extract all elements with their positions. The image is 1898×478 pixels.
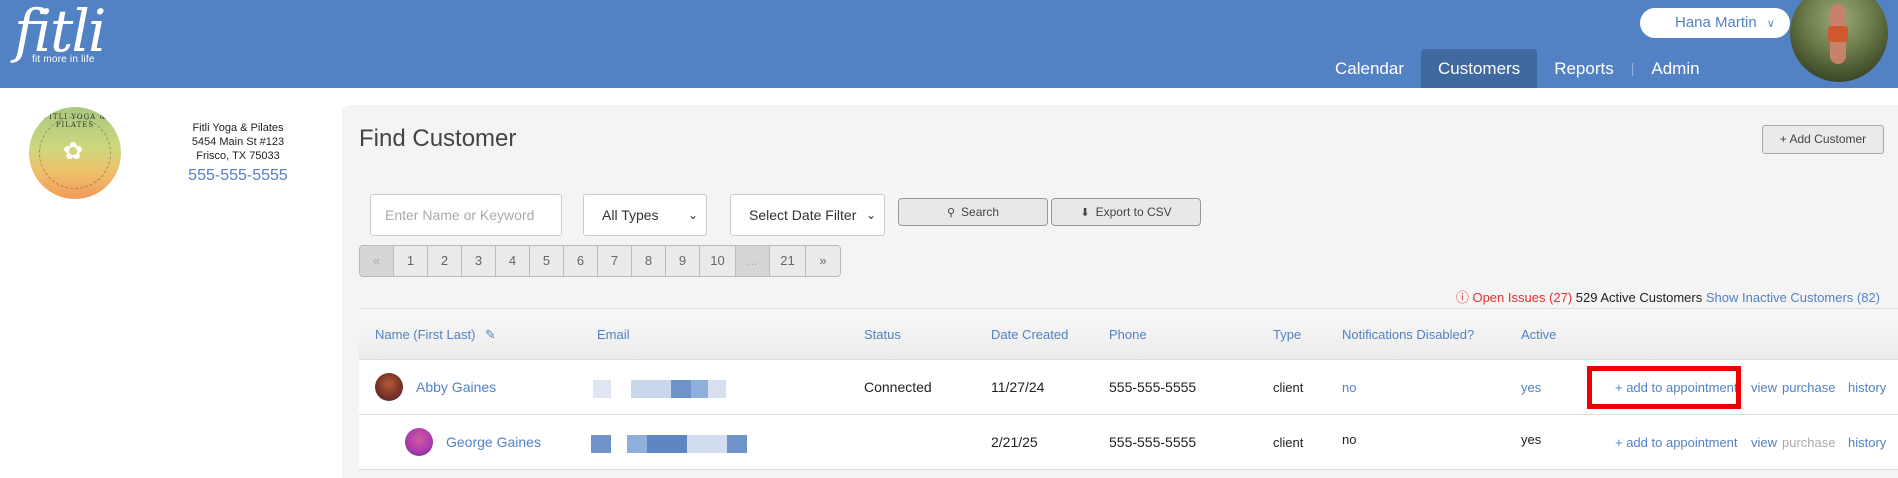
page-4[interactable]: 4 bbox=[496, 246, 530, 276]
search-button[interactable]: ⚲ Search bbox=[898, 198, 1048, 226]
phone: 555-555-5555 bbox=[1109, 379, 1197, 395]
page-8[interactable]: 8 bbox=[632, 246, 666, 276]
customer-summary: ⓘ Open Issues (27) 529 Active Customers … bbox=[1456, 287, 1880, 306]
view-link[interactable]: view bbox=[1751, 360, 1777, 415]
purchase-link[interactable]: purchase bbox=[1782, 360, 1835, 415]
chevron-down-icon: ⌄ bbox=[865, 208, 876, 222]
customer-type: client bbox=[1273, 435, 1304, 450]
nav-admin[interactable]: Admin bbox=[1634, 49, 1716, 88]
page-title: Find Customer bbox=[359, 125, 517, 152]
export-button-label: Export to CSV bbox=[1095, 205, 1172, 219]
nav-calendar[interactable]: Calendar bbox=[1318, 49, 1421, 88]
studio-name: Fitli Yoga & Pilates bbox=[192, 122, 284, 134]
column-notifications[interactable]: Notifications Disabled? bbox=[1342, 309, 1474, 361]
type-select[interactable]: All Types ⌄ bbox=[583, 194, 707, 236]
notifications-value: no bbox=[1342, 432, 1357, 447]
notifications-toggle[interactable]: no bbox=[1342, 360, 1356, 415]
search-input[interactable]: Enter Name or Keyword bbox=[370, 194, 562, 236]
email-redacted bbox=[591, 435, 747, 453]
view-link[interactable]: view bbox=[1751, 415, 1777, 470]
download-icon: ⬇ bbox=[1080, 207, 1090, 219]
pencil-icon[interactable]: ✎ bbox=[485, 327, 496, 342]
studio-info: Fitli Yoga & Pilates 5454 Main St #123 F… bbox=[168, 121, 308, 187]
page-6[interactable]: 6 bbox=[564, 246, 598, 276]
column-phone[interactable]: Phone bbox=[1109, 309, 1147, 361]
active-toggle[interactable]: yes bbox=[1521, 360, 1541, 415]
table-row: George Gaines 2/21/25 555-555-5555 clien… bbox=[359, 415, 1898, 470]
history-link[interactable]: history bbox=[1848, 415, 1886, 470]
nav-customers[interactable]: Customers bbox=[1421, 49, 1538, 88]
alert-icon: ⓘ bbox=[1455, 290, 1469, 305]
phone: 555-555-5555 bbox=[1109, 434, 1197, 450]
page-1[interactable]: 1 bbox=[394, 246, 428, 276]
status-text: Connected bbox=[864, 379, 932, 395]
active-value: yes bbox=[1521, 432, 1542, 447]
nav-reports[interactable]: Reports bbox=[1537, 49, 1631, 88]
main-panel: Find Customer + Add Customer Enter Name … bbox=[342, 105, 1898, 478]
page-3[interactable]: 3 bbox=[462, 246, 496, 276]
logo-word: fitli bbox=[14, 0, 106, 65]
page-7[interactable]: 7 bbox=[598, 246, 632, 276]
date-filter-value: Select Date Filter bbox=[749, 207, 857, 223]
search-button-label: Search bbox=[961, 205, 1000, 219]
user-avatar[interactable] bbox=[1790, 0, 1888, 82]
page-ellipsis: ... bbox=[736, 246, 770, 276]
column-email[interactable]: Email bbox=[597, 309, 630, 361]
customer-name-link[interactable]: George Gaines bbox=[446, 415, 541, 470]
search-icon: ⚲ bbox=[946, 207, 956, 219]
page-prev[interactable]: « bbox=[360, 246, 394, 276]
active-count: 529 Active Customers bbox=[1575, 290, 1703, 305]
purchase-link: purchase bbox=[1782, 435, 1836, 450]
column-active[interactable]: Active bbox=[1521, 309, 1556, 361]
page-5[interactable]: 5 bbox=[530, 246, 564, 276]
page-next[interactable]: » bbox=[806, 246, 840, 276]
email-redacted bbox=[593, 380, 726, 398]
type-select-value: All Types bbox=[602, 207, 659, 223]
pagination: « 1 2 3 4 5 6 7 8 9 10 ... 21 » bbox=[359, 245, 841, 277]
fitli-logo[interactable]: fitli fit more in life bbox=[14, 0, 106, 65]
column-name[interactable]: Name (First Last) ✎ bbox=[375, 309, 496, 361]
table-header: Name (First Last) ✎ Email Status Date Cr… bbox=[359, 308, 1898, 360]
column-status[interactable]: Status bbox=[864, 309, 901, 361]
customer-avatar bbox=[405, 428, 433, 456]
page-9[interactable]: 9 bbox=[666, 246, 700, 276]
studio-address-2: Frisco, TX 75033 bbox=[196, 150, 280, 162]
export-csv-button[interactable]: ⬇ Export to CSV bbox=[1051, 198, 1201, 226]
highlight-box bbox=[1587, 366, 1741, 409]
page-2[interactable]: 2 bbox=[428, 246, 462, 276]
date-created: 11/27/24 bbox=[991, 379, 1045, 395]
date-created: 2/21/25 bbox=[991, 434, 1038, 450]
customer-type: client bbox=[1273, 380, 1304, 395]
column-type[interactable]: Type bbox=[1273, 309, 1301, 361]
open-issues-link[interactable]: Open Issues (27) bbox=[1472, 290, 1572, 305]
column-date-created[interactable]: Date Created bbox=[991, 309, 1068, 361]
chevron-down-icon: ∨ bbox=[1766, 18, 1775, 30]
logo-tagline: fit more in life bbox=[32, 54, 95, 65]
meditation-icon: ✿ bbox=[63, 138, 84, 165]
chevron-down-icon: ⌄ bbox=[687, 208, 698, 222]
customer-name-link[interactable]: Abby Gaines bbox=[416, 360, 496, 415]
date-filter-select[interactable]: Select Date Filter ⌄ bbox=[730, 194, 885, 236]
studio-address-1: 5454 Main St #123 bbox=[191, 136, 285, 148]
page-10[interactable]: 10 bbox=[700, 246, 736, 276]
user-name: Hana Martin bbox=[1675, 14, 1757, 31]
studio-phone[interactable]: 555-555-5555 bbox=[168, 165, 308, 187]
studio-logo: FITLI YOGA & PILATES ✿ bbox=[29, 107, 121, 199]
top-bar: fitli fit more in life Hana Martin ∨ Cale… bbox=[0, 0, 1898, 88]
main-nav: Calendar Customers Reports | Admin bbox=[1318, 49, 1717, 88]
page-21[interactable]: 21 bbox=[770, 246, 806, 276]
show-inactive-link[interactable]: Show Inactive Customers (82) bbox=[1706, 290, 1880, 305]
add-to-appointment-link[interactable]: + add to appointment bbox=[1615, 415, 1738, 470]
customer-avatar bbox=[375, 373, 403, 401]
history-link[interactable]: history bbox=[1848, 360, 1886, 415]
add-customer-button[interactable]: + Add Customer bbox=[1762, 125, 1884, 154]
user-menu[interactable]: Hana Martin ∨ bbox=[1640, 8, 1790, 38]
